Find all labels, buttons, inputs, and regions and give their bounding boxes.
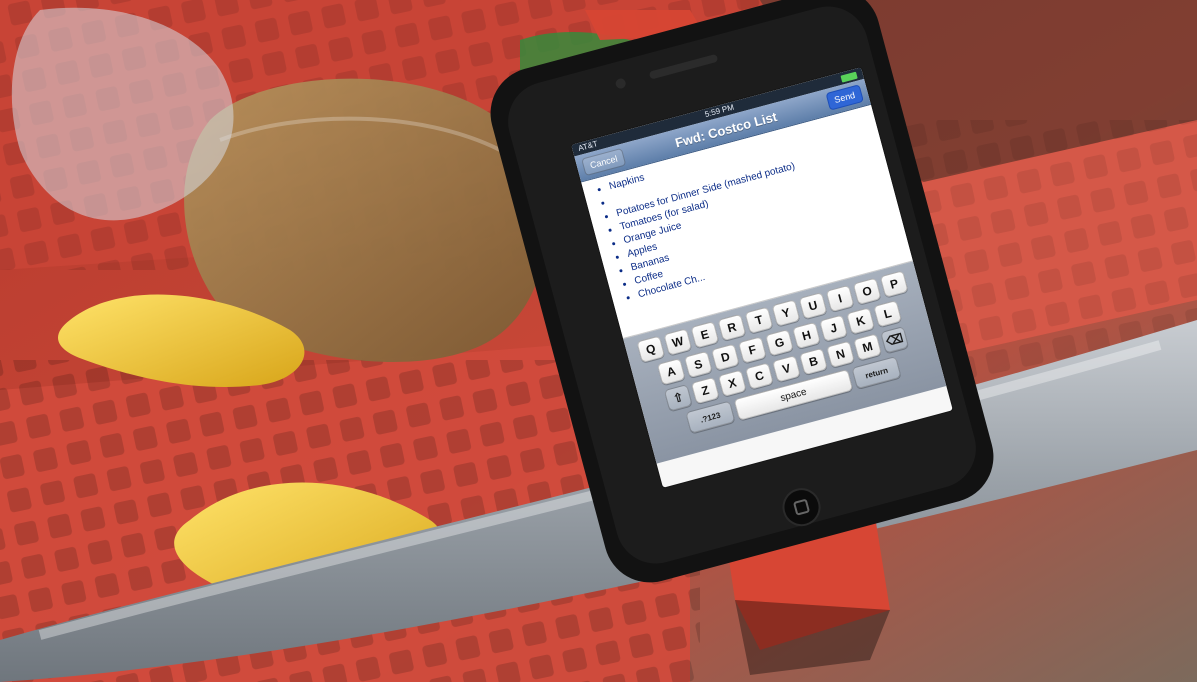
key-h[interactable]: H <box>792 321 821 350</box>
key-s[interactable]: S <box>683 350 713 379</box>
key-a[interactable]: A <box>656 357 686 386</box>
numbers-key[interactable]: .?123 <box>685 400 736 434</box>
key-w[interactable]: W <box>663 328 693 356</box>
shift-key[interactable]: ⇧ <box>663 384 693 412</box>
key-x[interactable]: X <box>717 369 747 398</box>
return-key[interactable]: return <box>851 356 902 390</box>
key-k[interactable]: K <box>846 307 876 335</box>
key-r[interactable]: R <box>717 313 747 342</box>
key-e[interactable]: E <box>690 321 720 349</box>
key-y[interactable]: Y <box>771 299 801 327</box>
key-j[interactable]: J <box>819 314 849 342</box>
key-b[interactable]: B <box>799 347 828 376</box>
backspace-key[interactable]: ⌫ <box>880 326 910 354</box>
key-u[interactable]: U <box>798 292 828 320</box>
key-n[interactable]: N <box>826 340 855 369</box>
key-i[interactable]: I <box>825 284 855 313</box>
key-z[interactable]: Z <box>690 376 720 405</box>
send-button[interactable]: Send <box>825 84 864 111</box>
key-g[interactable]: G <box>765 328 794 357</box>
key-t[interactable]: T <box>744 306 774 334</box>
key-q[interactable]: Q <box>636 335 666 363</box>
key-l[interactable]: L <box>873 299 903 328</box>
key-m[interactable]: M <box>853 333 883 361</box>
key-d[interactable]: D <box>710 343 740 371</box>
backspace-icon: ⌫ <box>884 330 905 349</box>
key-c[interactable]: C <box>744 362 774 390</box>
key-o[interactable]: O <box>852 277 882 305</box>
key-v[interactable]: V <box>772 355 801 383</box>
shopping-cart-photo <box>0 0 1197 682</box>
key-f[interactable]: F <box>737 336 767 364</box>
key-p[interactable]: P <box>879 270 909 298</box>
shift-icon: ⇧ <box>671 389 685 406</box>
